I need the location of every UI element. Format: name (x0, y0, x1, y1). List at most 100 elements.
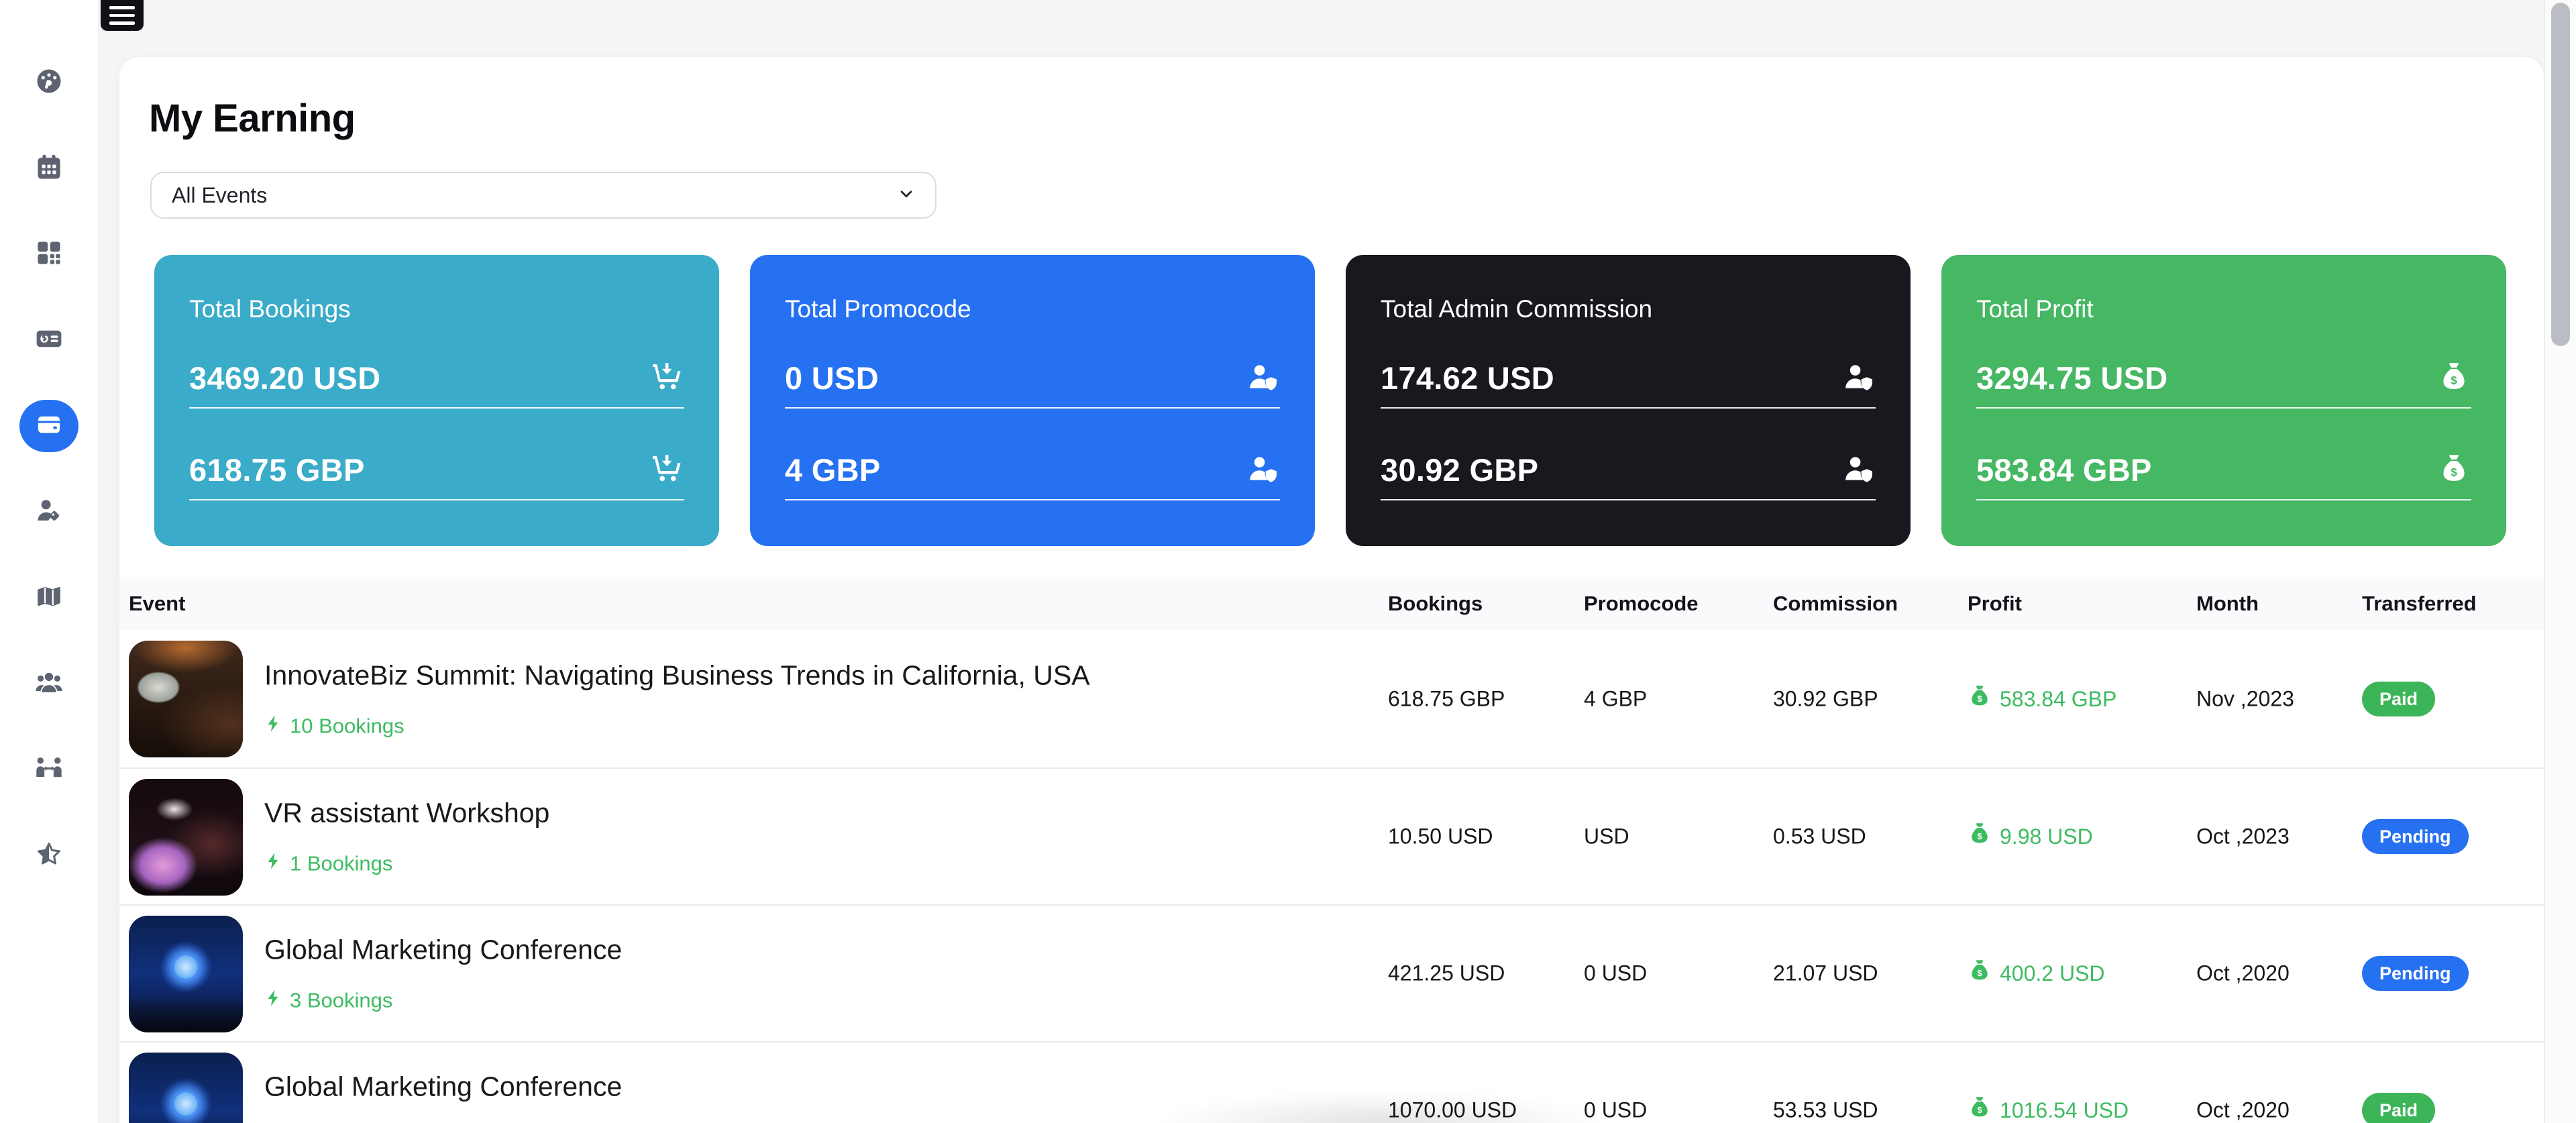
svg-text:$: $ (1977, 694, 1982, 704)
svg-text:$: $ (1977, 1105, 1982, 1115)
star-half-icon (35, 840, 63, 871)
column-header-bookings: Bookings (1388, 592, 1483, 616)
total-admin-commission-card: Total Admin Commission 174.62 USD 30.92 … (1346, 255, 1911, 546)
page-title: My Earning (149, 96, 2544, 141)
sack-dollar-icon: $ (1968, 822, 1992, 851)
commission-cell: 0.53 USD (1773, 824, 1866, 849)
bookings-cell: 10.50 USD (1388, 824, 1493, 849)
column-header-month: Month (2196, 592, 2259, 616)
promocode-cell: 0 USD (1584, 1098, 1647, 1123)
column-header-profit: Profit (1968, 592, 2022, 616)
sidebar-item-dashboard[interactable] (19, 56, 78, 109)
table-row[interactable]: VR assistant Workshop 1 Bookings 10.50 U… (119, 767, 2544, 904)
event-bookings-count: 3 Bookings (290, 989, 392, 1013)
card-value-gbp: 30.92 GBP (1381, 451, 1538, 488)
sidebar-item-earnings[interactable] (19, 400, 78, 452)
hamburger-icon (109, 6, 135, 9)
svg-text:$: $ (1977, 968, 1982, 978)
sidebar-item-attendees[interactable] (19, 486, 78, 538)
scrollbar-thumb[interactable] (2551, 3, 2570, 346)
sidebar-item-modules[interactable] (19, 228, 78, 280)
lightning-bolt-icon (264, 989, 283, 1013)
bookings-cell: 421.25 USD (1388, 961, 1505, 986)
wallet-icon (35, 411, 63, 442)
bookings-cell: 1070.00 USD (1388, 1098, 1517, 1123)
card-title: Total Promocode (785, 295, 1280, 323)
chevron-down-icon (896, 184, 916, 207)
sack-dollar-icon: $ (2438, 453, 2470, 488)
total-profit-card: Total Profit 3294.75 USD $ 583.84 GBP $ (1941, 255, 2506, 546)
month-cell: Oct ,2020 (2196, 1098, 2290, 1123)
sidebar-item-reviews[interactable] (19, 829, 78, 881)
menu-toggle-button[interactable] (101, 0, 144, 31)
user-shield-icon (1246, 453, 1279, 488)
event-filter-value: All Events (172, 183, 267, 208)
card-value-gbp: 583.84 GBP (1976, 451, 2152, 488)
content-panel: My Earning All Events Total Bookings 346… (119, 57, 2544, 1123)
sidebar (0, 0, 99, 1123)
event-title: InnovateBiz Summit: Navigating Business … (264, 660, 1090, 692)
card-title: Total Profit (1976, 295, 2471, 323)
card-value-gbp: 4 GBP (785, 451, 881, 488)
month-cell: Oct ,2023 (2196, 824, 2290, 849)
promocode-cell: 0 USD (1584, 961, 1647, 986)
user-tag-icon (35, 496, 63, 528)
column-header-transferred: Transferred (2362, 592, 2477, 616)
event-thumbnail (129, 779, 243, 896)
event-title: VR assistant Workshop (264, 798, 549, 829)
table-row[interactable]: Global Marketing Conference 3 Bookings 4… (119, 904, 2544, 1041)
status-badge: Paid (2362, 682, 2435, 716)
profit-cell: 400.2 USD (2000, 961, 2105, 986)
promocode-cell: 4 GBP (1584, 687, 1647, 712)
sidebar-item-map[interactable] (19, 572, 78, 624)
table-header: Event Bookings Promocode Commission Prof… (119, 577, 2544, 631)
column-header-promocode: Promocode (1584, 592, 1699, 616)
sack-dollar-icon: $ (1968, 684, 1992, 714)
card-title: Total Admin Commission (1381, 295, 1876, 323)
commission-cell: 53.53 USD (1773, 1098, 1878, 1123)
card-value-gbp: 618.75 GBP (189, 451, 365, 488)
event-title: Global Marketing Conference (264, 934, 622, 966)
lightning-bolt-icon (264, 714, 283, 739)
lightning-bolt-icon (264, 852, 283, 876)
card-title: Total Bookings (189, 295, 684, 323)
event-filter-select[interactable]: All Events (150, 172, 936, 219)
event-thumbnail (129, 916, 243, 1032)
people-arrows-icon (35, 754, 63, 786)
table-row[interactable]: InnovateBiz Summit: Navigating Business … (119, 631, 2544, 767)
calendar-icon (35, 153, 63, 184)
card-value-usd: 0 USD (785, 360, 879, 396)
svg-text:$: $ (1977, 831, 1982, 841)
card-value-usd: 3294.75 USD (1976, 360, 2167, 396)
status-badge: Paid (2362, 1093, 2435, 1123)
sidebar-item-payments[interactable] (19, 314, 78, 366)
profit-cell: 1016.54 USD (2000, 1098, 2129, 1123)
table-row[interactable]: Global Marketing Conference 10 Bookings … (119, 1041, 2544, 1123)
event-thumbnail (129, 1053, 243, 1123)
earnings-table: Event Bookings Promocode Commission Prof… (119, 577, 2544, 1123)
user-shield-icon (1246, 361, 1279, 396)
event-thumbnail (129, 641, 243, 757)
promocode-cell: USD (1584, 824, 1629, 849)
column-header-event: Event (129, 592, 185, 616)
bookings-cell: 618.75 GBP (1388, 687, 1505, 712)
svg-text:$: $ (2451, 466, 2457, 478)
event-bookings-count: 1 Bookings (290, 852, 392, 876)
month-cell: Nov ,2023 (2196, 687, 2294, 712)
status-badge: Pending (2362, 819, 2469, 854)
profit-cell: 583.84 GBP (2000, 687, 2116, 712)
users-icon (35, 668, 63, 700)
event-bookings-count: 10 Bookings (290, 714, 405, 739)
event-title: Global Marketing Conference (264, 1071, 622, 1103)
status-badge: Pending (2362, 956, 2469, 991)
column-header-commission: Commission (1773, 592, 1898, 616)
sidebar-item-referrals[interactable] (19, 743, 78, 796)
card-value-usd: 174.62 USD (1381, 360, 1554, 396)
payment-check-icon (35, 325, 63, 356)
cart-arrow-down-icon (651, 361, 683, 396)
sidebar-item-calendar[interactable] (19, 142, 78, 195)
sack-dollar-icon: $ (1968, 959, 1992, 988)
sidebar-item-users[interactable] (19, 657, 78, 710)
commission-cell: 21.07 USD (1773, 961, 1878, 986)
page-scrollbar (2544, 0, 2576, 1123)
